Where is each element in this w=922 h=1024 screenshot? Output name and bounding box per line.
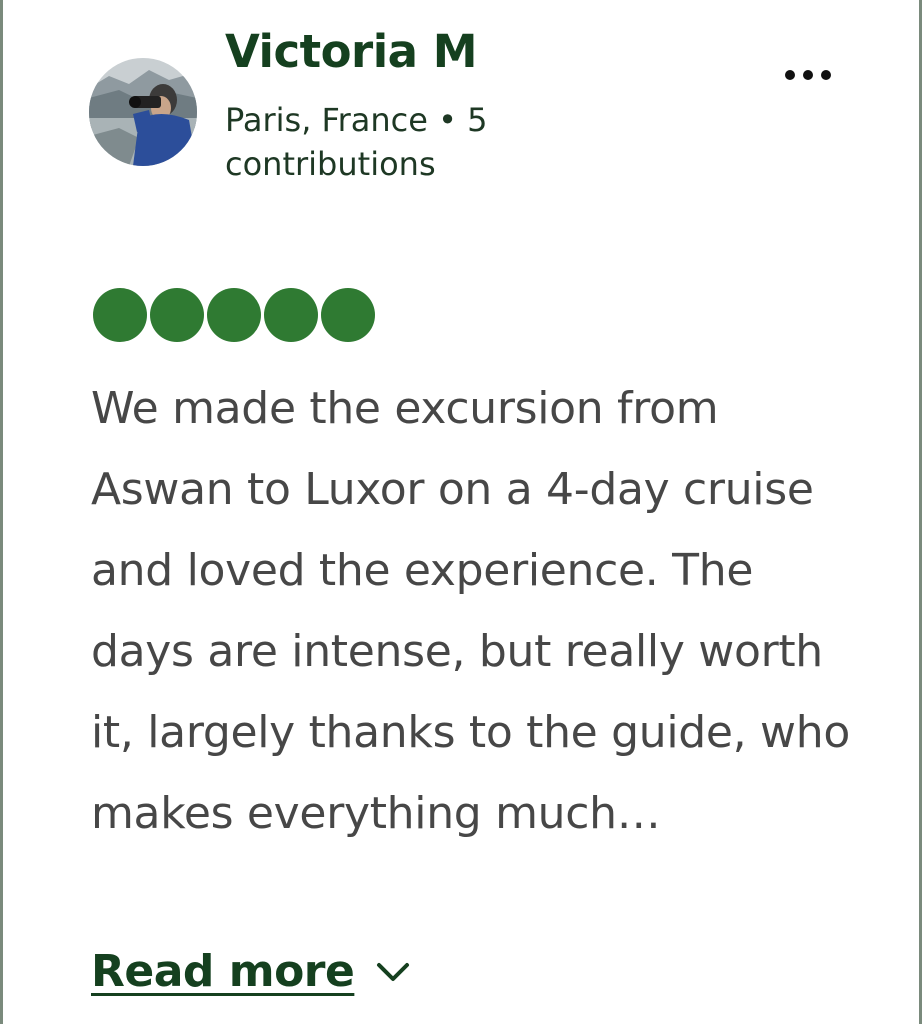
review-card: Victoria M Paris, France • 5 contributio… bbox=[0, 0, 922, 1024]
read-more-label[interactable]: Read more bbox=[91, 944, 355, 1000]
more-horizontal-icon bbox=[785, 70, 795, 80]
photographer-avatar-icon bbox=[89, 58, 197, 166]
reviewer-avatar[interactable] bbox=[89, 58, 197, 166]
more-horizontal-icon bbox=[821, 70, 831, 80]
more-horizontal-icon bbox=[803, 70, 813, 80]
review-body: We made the excursion from Aswan to Luxo… bbox=[91, 383, 850, 839]
reviewer-name[interactable]: Victoria M bbox=[225, 26, 478, 78]
rating-bubbles bbox=[93, 288, 375, 342]
rating-bubble-filled bbox=[321, 288, 375, 342]
reviewer-location-contributions: Paris, France • 5 contributions bbox=[225, 101, 488, 183]
rating-bubble-filled bbox=[207, 288, 261, 342]
read-more-button[interactable]: Read more bbox=[91, 944, 410, 1000]
rating-bubble-filled bbox=[264, 288, 318, 342]
chevron-down-icon bbox=[377, 963, 410, 981]
more-options-button[interactable] bbox=[773, 58, 843, 92]
rating-bubble-filled bbox=[150, 288, 204, 342]
rating-bubble-filled bbox=[93, 288, 147, 342]
